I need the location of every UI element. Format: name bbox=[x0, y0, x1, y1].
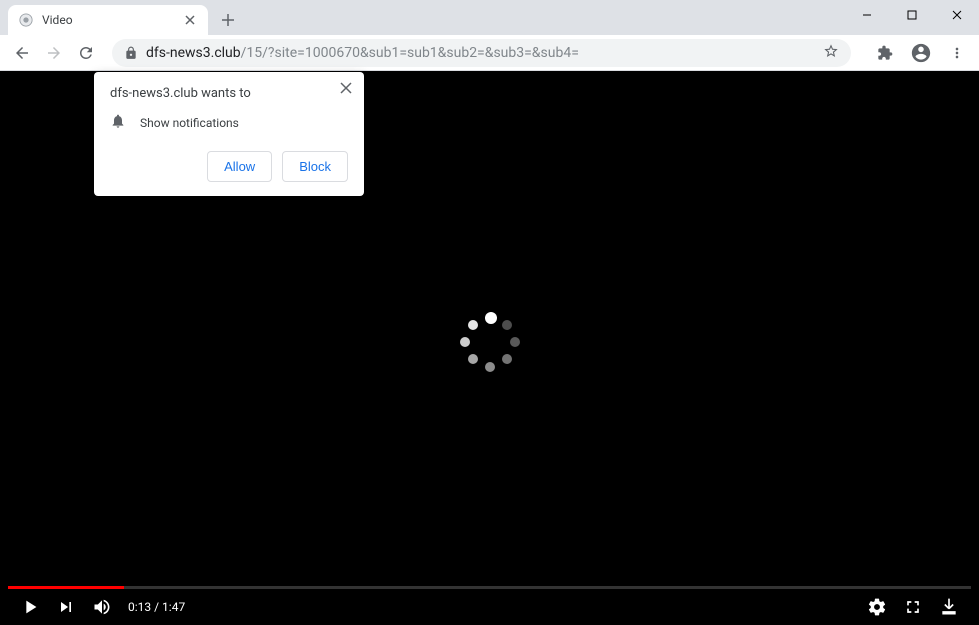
tab-title: Video bbox=[42, 13, 182, 27]
window-controls bbox=[844, 0, 979, 30]
settings-button[interactable] bbox=[859, 589, 895, 625]
maximize-button[interactable] bbox=[889, 0, 934, 30]
video-controls: 0:13 / 1:47 bbox=[0, 589, 979, 625]
url-domain: dfs-news3.club bbox=[146, 45, 241, 61]
forward-button[interactable] bbox=[40, 39, 68, 67]
popup-permission-row: Show notifications bbox=[110, 113, 348, 133]
extensions-button[interactable] bbox=[871, 39, 899, 67]
tab-close-button[interactable] bbox=[182, 12, 198, 28]
popup-close-button[interactable] bbox=[336, 78, 356, 98]
bell-icon bbox=[110, 113, 126, 133]
lock-icon bbox=[124, 45, 140, 61]
popup-permission-text: Show notifications bbox=[140, 116, 239, 130]
browser-tab[interactable]: Video bbox=[8, 5, 208, 35]
menu-button[interactable] bbox=[943, 39, 971, 67]
video-time-display: 0:13 / 1:47 bbox=[128, 600, 185, 614]
fullscreen-button[interactable] bbox=[895, 589, 931, 625]
download-button[interactable] bbox=[931, 589, 967, 625]
loading-spinner bbox=[460, 312, 520, 372]
notification-permission-popup: dfs-news3.club wants to Show notificatio… bbox=[94, 72, 364, 196]
browser-titlebar: Video bbox=[0, 0, 979, 35]
new-tab-button[interactable] bbox=[214, 6, 242, 34]
play-button[interactable] bbox=[12, 589, 48, 625]
popup-buttons: Allow Block bbox=[110, 151, 348, 182]
profile-button[interactable] bbox=[907, 39, 935, 67]
minimize-button[interactable] bbox=[844, 0, 889, 30]
tab-favicon bbox=[18, 12, 34, 28]
close-window-button[interactable] bbox=[934, 0, 979, 30]
allow-button[interactable]: Allow bbox=[207, 151, 272, 182]
volume-button[interactable] bbox=[84, 589, 120, 625]
next-button[interactable] bbox=[48, 589, 84, 625]
block-button[interactable]: Block bbox=[282, 151, 348, 182]
popup-title: dfs-news3.club wants to bbox=[110, 86, 348, 101]
reload-button[interactable] bbox=[72, 39, 100, 67]
url-path: /15/?site=1000670&sub1=sub1&sub2=&sub3=&… bbox=[241, 45, 579, 61]
browser-toolbar: dfs-news3.club /15/?site=1000670&sub1=su… bbox=[0, 35, 979, 71]
bookmark-star-icon[interactable] bbox=[823, 43, 839, 63]
back-button[interactable] bbox=[8, 39, 36, 67]
toolbar-right bbox=[871, 39, 971, 67]
address-bar[interactable]: dfs-news3.club /15/?site=1000670&sub1=su… bbox=[112, 39, 851, 67]
